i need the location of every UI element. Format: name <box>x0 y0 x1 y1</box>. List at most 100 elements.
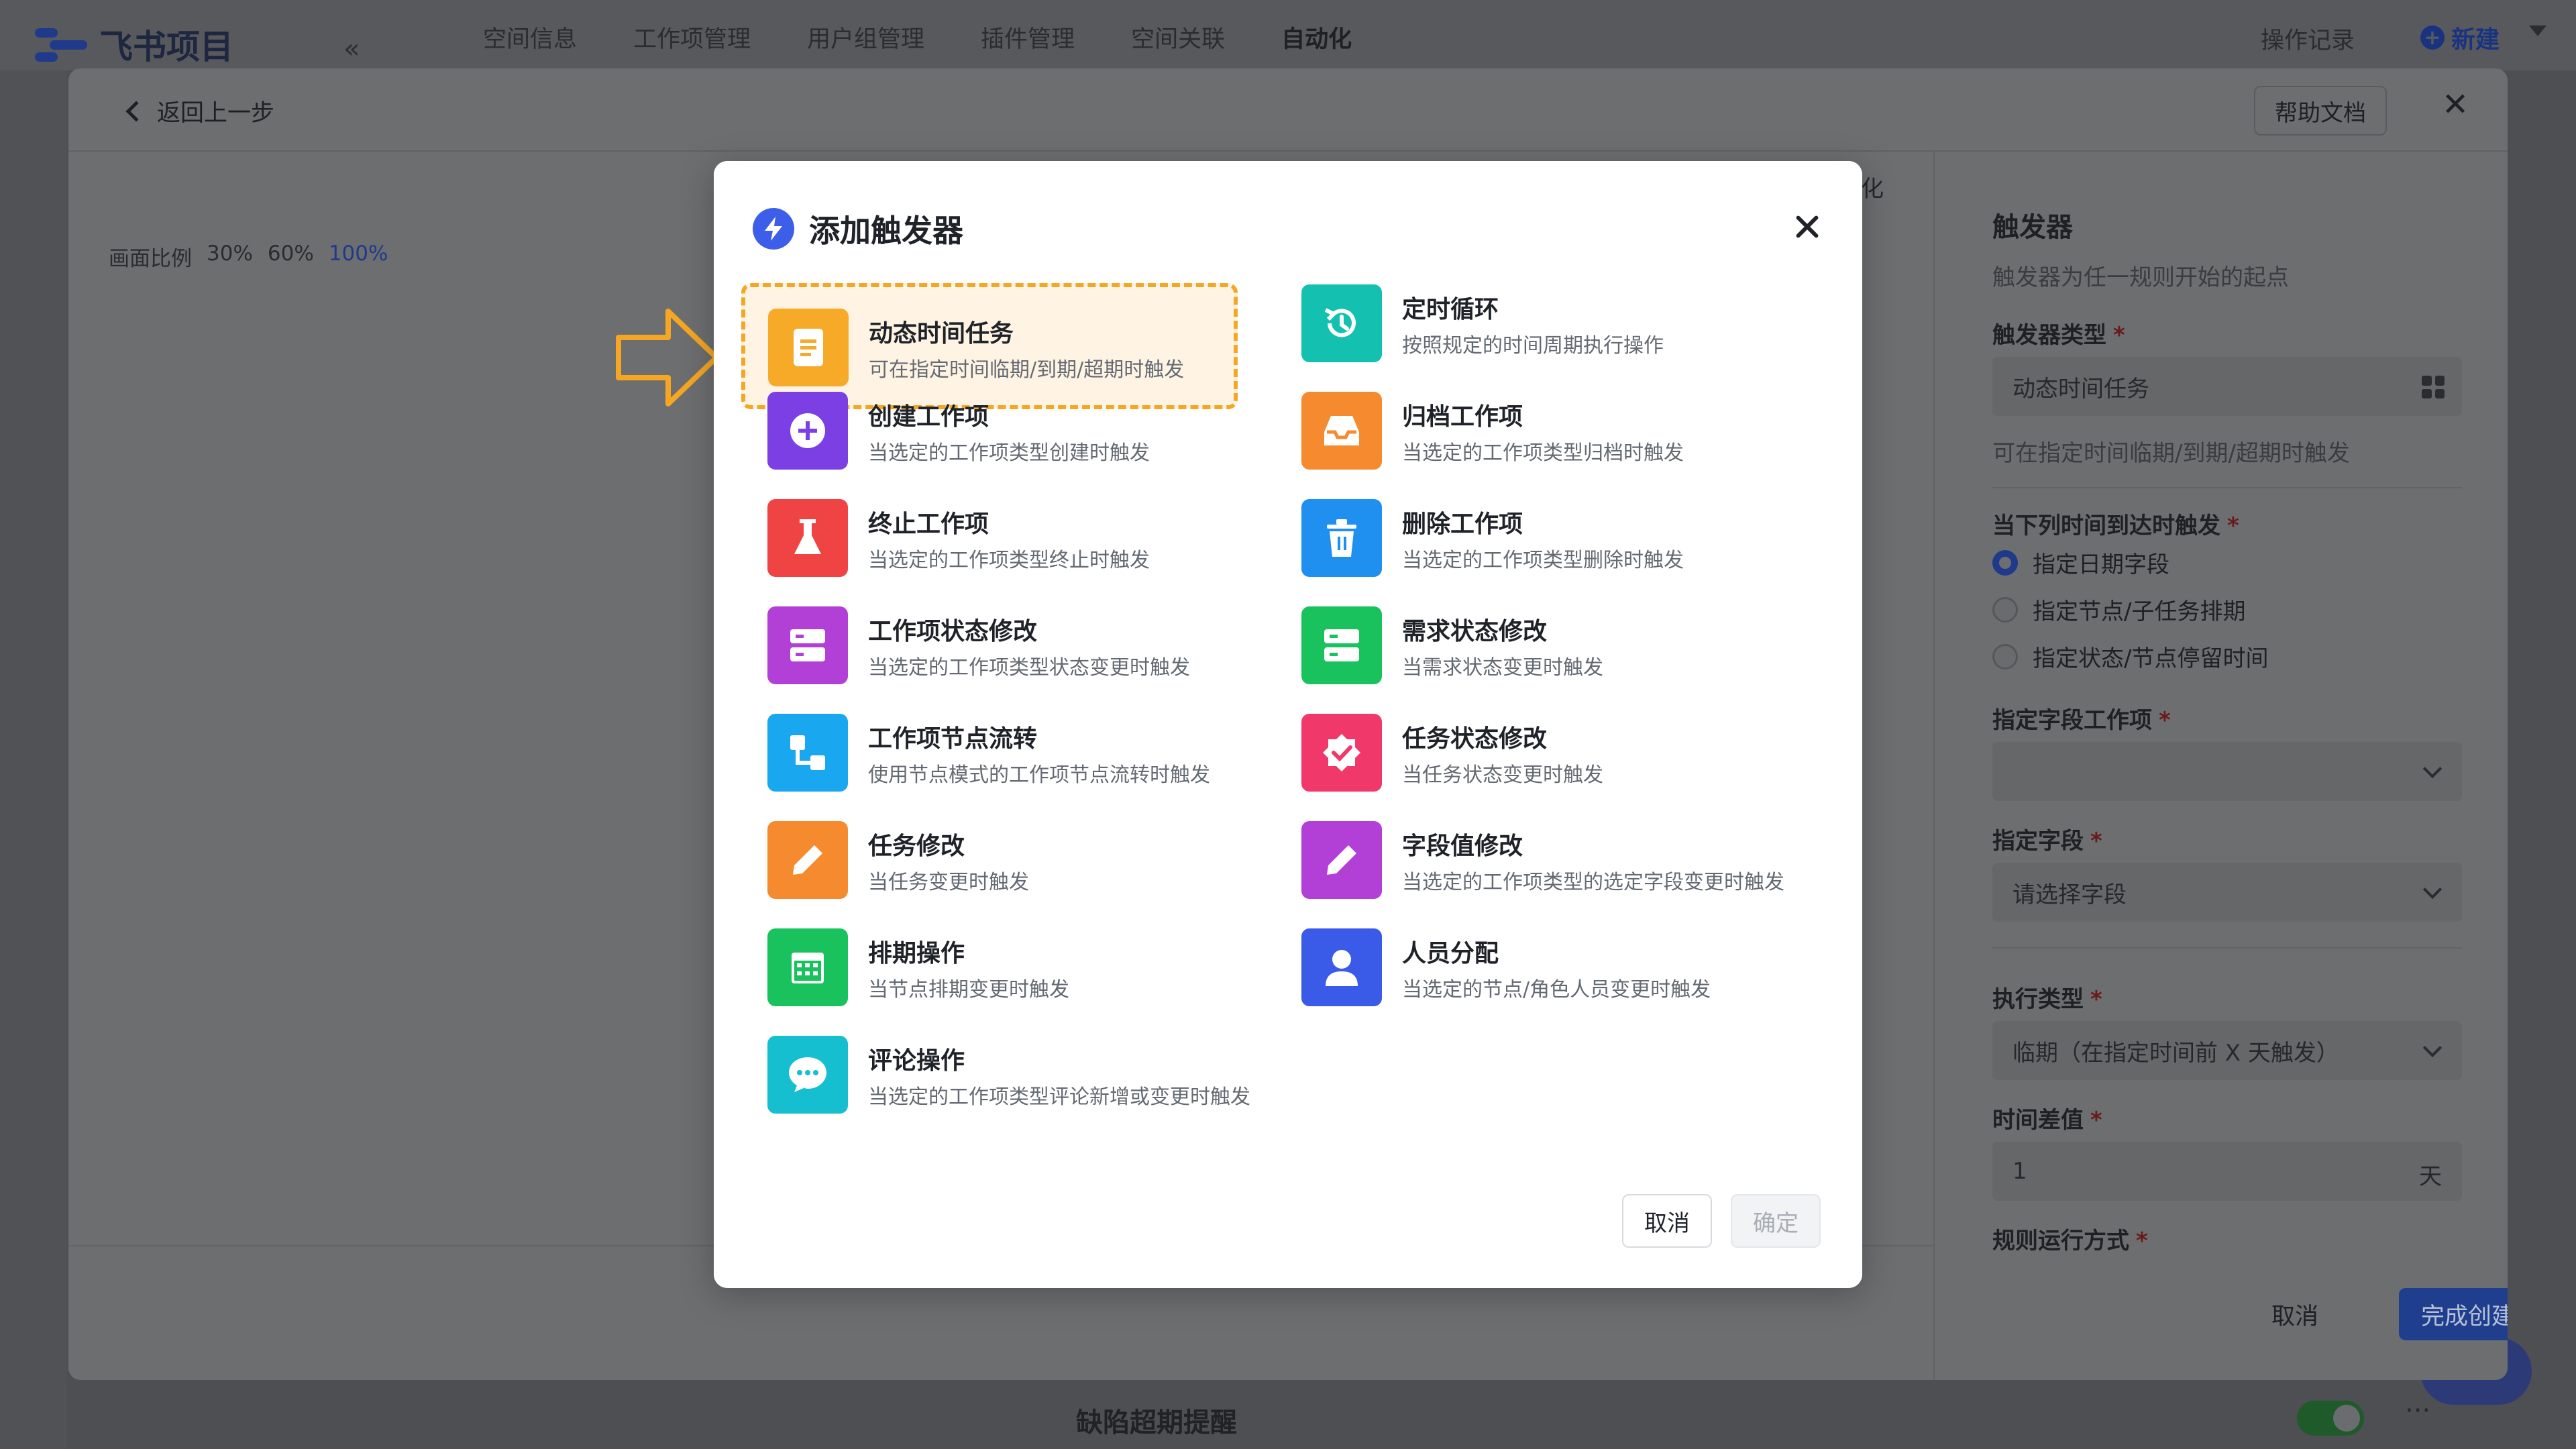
chevron-left-icon <box>125 100 147 122</box>
radio-date-field[interactable]: 指定日期字段 <box>1992 546 2169 579</box>
field-select[interactable]: 请选择字段 <box>1992 863 2462 922</box>
operation-record-link[interactable]: 操作记录 <box>2261 21 2355 56</box>
zoom-30[interactable]: 30% <box>207 241 253 272</box>
trigger-option[interactable]: 人员分配当选定的节点/角色人员变更时触发 <box>1275 914 1784 1008</box>
tab-usergroup-mgmt[interactable]: 用户组管理 <box>807 20 924 54</box>
field-item-select[interactable] <box>1992 742 2462 801</box>
canvas-node-label: 化 <box>1861 176 1884 203</box>
tab-workitem-mgmt[interactable]: 工作项管理 <box>633 20 751 54</box>
radio-icon <box>1992 643 2018 669</box>
close-icon[interactable] <box>1792 212 1822 241</box>
config-title: 触发器 <box>1992 212 2073 243</box>
trigger-desc: 当选定的工作项类型状态变更时触发 <box>868 656 1190 680</box>
trigger-name: 工作项状态修改 <box>868 618 1038 645</box>
trigger-desc: 当选定的工作项类型归档时触发 <box>1402 441 1684 465</box>
trigger-name: 任务修改 <box>868 833 965 860</box>
trigger-option[interactable]: 任务状态修改 当任务状态变更时触发 <box>1275 699 1784 793</box>
trigger-desc: 当选定的工作项类型评论新增或变更时触发 <box>868 1085 1250 1109</box>
trigger-option[interactable]: 定时循环 按照规定的时间周期执行操作 <box>1275 270 1784 364</box>
trigger-option[interactable]: 工作项状态修改当选定的工作项类型状态变更时触发 <box>741 592 1250 686</box>
nav-tabs: 空间信息 工作项管理 用户组管理 插件管理 空间关联 自动化 <box>483 20 1352 54</box>
trigger-name: 评论操作 <box>868 1047 965 1075</box>
left-sidebar <box>0 70 67 1449</box>
trigger-type-label: 触发器类型 * <box>1992 322 2125 349</box>
tab-space-info[interactable]: 空间信息 <box>483 20 577 54</box>
pencil-icon <box>767 821 848 899</box>
trigger-name: 任务状态修改 <box>1402 725 1548 753</box>
more-icon[interactable]: ··· <box>2405 1395 2430 1426</box>
chat-icon <box>767 1036 848 1114</box>
trigger-name: 需求状态修改 <box>1402 618 1548 645</box>
inbox-icon <box>1301 392 1382 470</box>
trigger-type-value: 动态时间任务 <box>2012 375 2149 402</box>
field-label: 指定字段 * <box>1992 828 2102 855</box>
time-diff-label: 时间差值 * <box>1992 1107 2102 1134</box>
config-subtitle: 触发器为任一规则开始的起点 <box>1992 264 2289 291</box>
plus-circle-icon <box>767 392 848 470</box>
back-button[interactable]: 返回上一步 <box>122 94 274 128</box>
flask-icon <box>767 499 848 577</box>
badge-check-icon <box>1301 714 1382 792</box>
trash-icon <box>1301 499 1382 577</box>
new-button-label: 新建 <box>2451 26 2500 54</box>
trigger-desc: 使用节点模式的工作项节点流转时触发 <box>868 763 1210 787</box>
trigger-option[interactable]: 字段值修改 当选定的工作项类型的选定字段变更时触发 <box>1275 806 1784 900</box>
caret-down-icon[interactable] <box>2529 25 2546 36</box>
trigger-desc: 当节点排期变更时触发 <box>868 978 1069 1002</box>
dialog-header: 添加触发器 <box>753 207 963 251</box>
server-icon <box>767 606 848 684</box>
new-button[interactable]: + 新建 <box>2420 20 2500 55</box>
trigger-option[interactable]: 评论操作当选定的工作项类型评论新增或变更时触发 <box>741 1021 1250 1115</box>
trigger-type-field[interactable]: 动态时间任务 <box>1992 357 2462 416</box>
zoom-label: 画面比例 <box>109 247 192 271</box>
collapse-sidebar-icon[interactable]: « <box>343 34 360 64</box>
trigger-option[interactable]: 需求状态修改当需求状态变更时触发 <box>1275 592 1784 686</box>
server-icon <box>1301 606 1382 684</box>
trigger-option[interactable]: 工作项节点流转 使用节点模式的工作项节点流转时触发 <box>741 699 1250 793</box>
trigger-name: 终止工作项 <box>868 511 989 538</box>
zoom-60[interactable]: 60% <box>268 241 314 272</box>
trigger-name: 字段值修改 <box>1402 833 1523 860</box>
finish-create-button[interactable]: 完成创建 <box>2399 1288 2508 1340</box>
trigger-desc: 当需求状态变更时触发 <box>1402 656 1603 680</box>
exec-type-label: 执行类型 * <box>1992 986 2102 1013</box>
tab-automation[interactable]: 自动化 <box>1281 20 1352 54</box>
zoom-control: 画面比例 30% 60% 100% <box>109 241 388 272</box>
pencil-icon <box>1301 821 1382 899</box>
dialog-cancel-button[interactable]: 取消 <box>1622 1194 1712 1248</box>
trigger-option[interactable]: 终止工作项当选定的工作项类型终止时触发 <box>741 484 1250 578</box>
tab-space-link[interactable]: 空间关联 <box>1131 20 1225 54</box>
app-logo[interactable]: 飞书项目 <box>35 20 233 68</box>
exec-type-select[interactable]: 临期（在指定时间前 X 天触发） <box>1992 1021 2462 1080</box>
section-divider <box>1992 947 2462 949</box>
trigger-option[interactable]: 排期操作 当节点排期变更时触发 <box>741 914 1250 1008</box>
zoom-100[interactable]: 100% <box>329 241 388 272</box>
rule-toggle[interactable] <box>2297 1401 2364 1436</box>
app-name: 飞书项目 <box>99 28 233 66</box>
back-label: 返回上一步 <box>157 100 275 127</box>
run-mode-label: 规则运行方式 * <box>1992 1228 2148 1254</box>
history-icon <box>1301 284 1382 362</box>
radio-node-schedule[interactable]: 指定节点/子任务排期 <box>1992 593 2245 626</box>
trigger-option[interactable]: 归档工作项 当选定的工作项类型归档时触发 <box>1275 377 1784 471</box>
chevron-down-icon <box>2422 1038 2443 1058</box>
trigger-option[interactable]: 任务修改 当任务变更时触发 <box>741 806 1250 900</box>
trigger-desc: 当选定的工作项类型终止时触发 <box>868 549 1150 572</box>
close-icon[interactable]: ✕ <box>2442 89 2469 121</box>
add-trigger-dialog: 添加触发器 动态时间任务 可在指定时间临期/到期/超期时触发 定时循环 按照规定的时间… <box>714 161 1862 1288</box>
trigger-option[interactable]: 创建工作项 当选定的工作项类型创建时触发 <box>741 377 1250 471</box>
tab-plugin-mgmt[interactable]: 插件管理 <box>981 20 1075 54</box>
time-diff-input[interactable]: 1天 <box>1992 1142 2462 1201</box>
trigger-name: 人员分配 <box>1402 940 1499 967</box>
panel-cancel-button[interactable]: 取消 <box>2246 1288 2344 1340</box>
grid-icon <box>2422 376 2445 398</box>
dialog-confirm-button[interactable]: 确定 <box>1731 1194 1821 1248</box>
trigger-name: 创建工作项 <box>868 403 989 431</box>
radio-checked-icon <box>1992 549 2018 576</box>
trigger-desc: 当选定的节点/角色人员变更时触发 <box>1402 978 1711 1002</box>
help-doc-button[interactable]: 帮助文档 <box>2254 86 2387 136</box>
calendar-icon <box>767 928 848 1006</box>
radio-stay-time[interactable]: 指定状态/节点停留时间 <box>1992 640 2268 673</box>
unit-label: 天 <box>2419 1163 2442 1190</box>
trigger-option[interactable]: 删除工作项 当选定的工作项类型删除时触发 <box>1275 484 1784 578</box>
